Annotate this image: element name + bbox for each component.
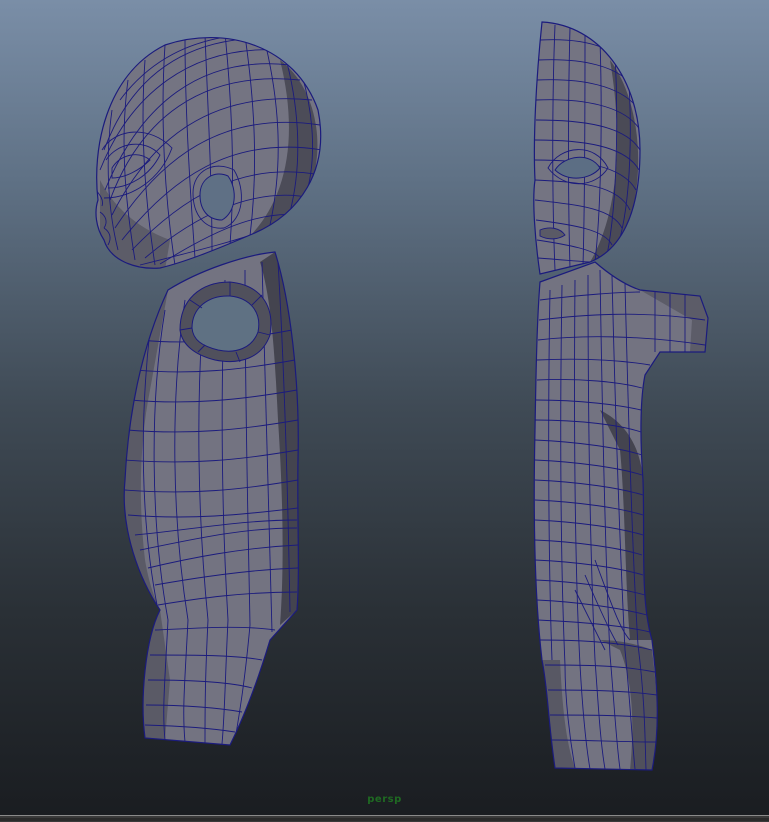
- left-head-mesh[interactable]: [95, 33, 322, 270]
- right-head-mesh[interactable]: [533, 21, 641, 275]
- viewport-persp[interactable]: persp: [0, 0, 769, 815]
- left-torso-mesh[interactable]: [123, 251, 299, 746]
- camera-label: persp: [367, 794, 402, 805]
- scene-mesh-view[interactable]: [0, 0, 769, 815]
- right-torso-mesh[interactable]: [533, 261, 709, 771]
